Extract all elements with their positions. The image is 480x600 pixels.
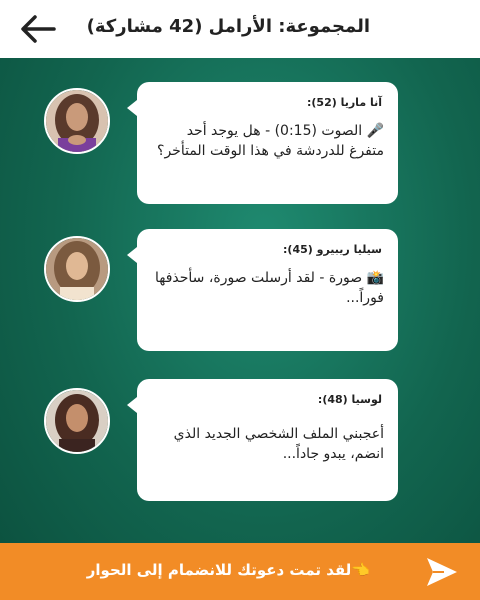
back-button[interactable] xyxy=(18,12,58,46)
avatar[interactable] xyxy=(44,88,110,154)
page-title: المجموعة: الأرامل (42 مشاركة) xyxy=(86,16,370,37)
message-text: 📸 صورة - لقد أرسلت صورة، سأحذفها فوراً..… xyxy=(154,270,384,306)
avatar-image xyxy=(46,238,108,300)
avatar-image xyxy=(46,90,108,152)
message-bubble[interactable]: آنا ماريا (52): 🎤 الصوت (0:15) - هل يوجد… xyxy=(127,82,398,204)
avatar[interactable] xyxy=(44,236,110,302)
sender-name: سيليا ريبيرو (45): xyxy=(283,243,382,256)
message-bubble[interactable]: سيليا ريبيرو (45): 📸 صورة - لقد أرسلت صو… xyxy=(127,229,398,351)
send-button[interactable] xyxy=(424,555,460,589)
arrow-left-icon xyxy=(21,15,56,43)
invite-banner[interactable]: 👈لقد تمت دعوتك للانضمام إلى الحوار xyxy=(0,543,480,600)
message-bubble[interactable]: لوسيا (48): أعجبني الملف الشخصي الجديد ا… xyxy=(127,379,398,501)
send-icon xyxy=(427,558,457,586)
message-text: أعجبني الملف الشخصي الجديد الذي انضم، يب… xyxy=(173,426,384,462)
avatar-image xyxy=(46,390,108,452)
chat-screen: المجموعة: الأرامل (42 مشاركة) آنا ماريا … xyxy=(0,0,480,600)
message-text: 🎤 الصوت (0:15) - هل يوجد أحد متفرغ للدرد… xyxy=(157,123,384,159)
avatar[interactable] xyxy=(44,388,110,454)
sender-name: آنا ماريا (52): xyxy=(306,96,382,109)
header-bar: المجموعة: الأرامل (42 مشاركة) xyxy=(0,0,480,58)
sender-name: لوسيا (48): xyxy=(317,393,382,406)
invite-text: 👈لقد تمت دعوتك للانضمام إلى الحوار xyxy=(86,561,370,579)
